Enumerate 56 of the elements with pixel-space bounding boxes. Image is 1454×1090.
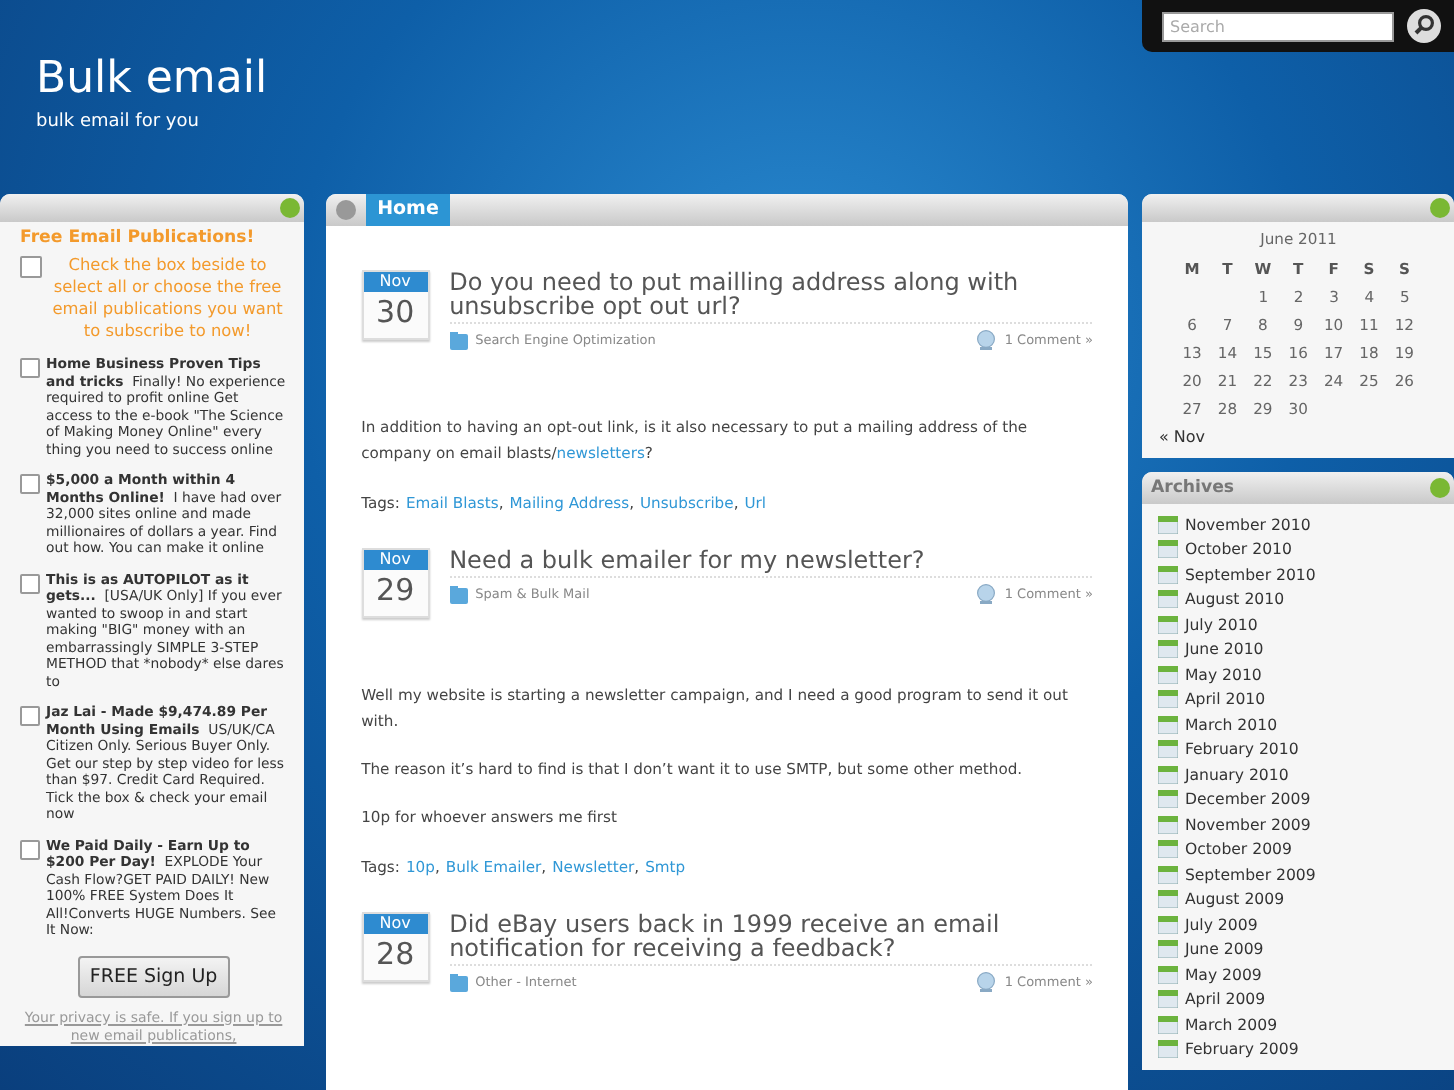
calendar-icon bbox=[1158, 815, 1179, 834]
checkbox[interactable] bbox=[20, 256, 42, 278]
calendar-icon bbox=[1158, 615, 1179, 634]
date-month: Nov bbox=[363, 550, 428, 570]
calendar-icon bbox=[1158, 915, 1179, 934]
comment-icon bbox=[976, 330, 997, 350]
site-title[interactable]: Bulk email bbox=[36, 54, 268, 106]
calendar-icon bbox=[1158, 540, 1179, 559]
calendar-icon bbox=[1158, 715, 1179, 734]
date-month: Nov bbox=[363, 914, 428, 934]
calendar-icon bbox=[1158, 515, 1179, 534]
folder-icon bbox=[449, 585, 468, 603]
calendar-icon bbox=[1158, 1040, 1179, 1059]
search-field[interactable]: Search bbox=[1162, 11, 1394, 41]
date-day: 30 bbox=[363, 292, 428, 334]
dot-icon bbox=[279, 198, 300, 218]
calendar-icon bbox=[1158, 765, 1179, 784]
post-title[interactable]: Do you need to put mailling address along with unsubscribe opt out url? bbox=[449, 270, 1093, 324]
calendar-icon bbox=[1158, 940, 1179, 959]
calendar-icon bbox=[1158, 840, 1179, 859]
calendar-icon bbox=[1158, 990, 1179, 1009]
calendar-icon bbox=[1158, 965, 1179, 984]
checkbox[interactable] bbox=[20, 839, 40, 859]
select-all-label: Check the box beside to select all or choose the free email publications you want to subscribe to now! bbox=[50, 254, 285, 342]
publications-heading: Free Email Publications! bbox=[20, 230, 257, 248]
date-day: 28 bbox=[363, 934, 428, 976]
signup-button[interactable]: FREE Sign Up bbox=[77, 955, 230, 997]
search-icon[interactable] bbox=[1406, 8, 1442, 44]
site-tagline: bulk email for you bbox=[36, 112, 201, 132]
checkbox[interactable] bbox=[20, 573, 40, 593]
post-title[interactable]: Need a bulk emailer for my newsletter? bbox=[449, 548, 1093, 578]
archives-heading: Archives bbox=[1150, 478, 1235, 498]
dot-icon bbox=[1430, 198, 1450, 218]
calendar-icon bbox=[1158, 565, 1179, 584]
calendar-icon bbox=[1158, 690, 1179, 709]
date-month: Nov bbox=[363, 272, 428, 292]
comment-icon bbox=[976, 972, 997, 992]
checkbox[interactable] bbox=[20, 474, 40, 494]
dot-icon bbox=[1430, 478, 1450, 498]
post-title[interactable]: Did eBay users back in 1999 receive an email notification for receiving a feedback? bbox=[449, 912, 1093, 966]
calendar-icon bbox=[1158, 865, 1179, 884]
calendar-icon bbox=[1158, 890, 1179, 909]
calendar-icon bbox=[1158, 1015, 1179, 1034]
calendar-icon bbox=[1158, 665, 1179, 684]
calendar-icon bbox=[1158, 790, 1179, 809]
calendar-icon bbox=[1158, 590, 1179, 609]
checkbox[interactable] bbox=[20, 706, 40, 726]
previous-month-link[interactable]: « Nov bbox=[1158, 428, 1438, 446]
dot-icon bbox=[335, 200, 356, 220]
folder-icon bbox=[449, 331, 468, 349]
checkbox[interactable] bbox=[20, 358, 40, 378]
calendar-icon bbox=[1158, 740, 1179, 759]
comment-icon bbox=[976, 584, 997, 604]
calendar-icon bbox=[1158, 640, 1179, 659]
folder-icon bbox=[449, 973, 468, 991]
date-day: 29 bbox=[363, 570, 428, 612]
